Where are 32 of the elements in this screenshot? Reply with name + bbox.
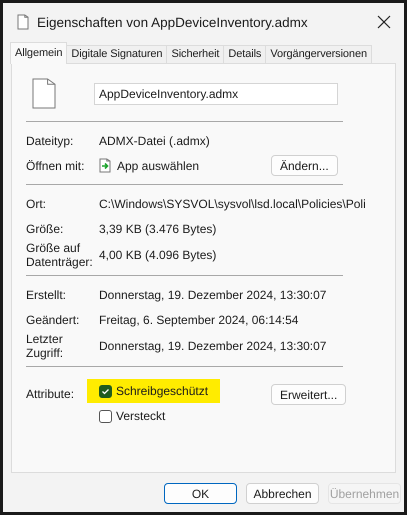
field-label: Letzter Zugriff: — [26, 332, 64, 360]
field-value: 4,00 KB (4.096 Bytes) — [99, 248, 216, 262]
field-label: Attribute: — [26, 386, 76, 401]
app-icon — [99, 158, 111, 173]
highlighted-checkbox[interactable]: Schreibgeschützt — [87, 379, 220, 403]
field-label: Öffnen mit: — [26, 158, 86, 172]
tab[interactable]: Vorgängerversionen — [265, 45, 372, 63]
checkbox[interactable]: Versteckt — [99, 406, 166, 426]
window-title: Eigenschaften von AppDeviceInventory.admx — [37, 14, 309, 30]
name-field[interactable]: AppDeviceInventory.admx — [94, 82, 338, 104]
document-icon — [32, 78, 56, 109]
field-value: ADMX-Datei (.admx) — [99, 134, 210, 148]
field-label: Dateityp: — [26, 134, 74, 148]
field-value: 3,39 KB (3.476 Bytes) — [99, 222, 216, 236]
field-value: Donnerstag, 19. Dezember 2024, 13:30:07 — [99, 288, 326, 302]
document-icon — [17, 14, 29, 30]
field-label: Erstellt: — [26, 288, 68, 302]
dialog-button[interactable]: Abbrechen — [246, 483, 319, 504]
tab[interactable]: Allgemein — [10, 42, 68, 64]
advanced-button[interactable]: Erweitert... — [271, 384, 346, 405]
field-label: Größe auf Datenträger: — [26, 241, 94, 269]
field-value: App auswählen — [117, 158, 200, 172]
change-button[interactable]: Ändern... — [271, 155, 338, 176]
field-value: C:\Windows\SYSVOL\sysvol\lsd.local\Policies\Poli — [99, 196, 366, 210]
dialog-button: Übernehmen — [328, 483, 401, 504]
field-label: Ort: — [26, 196, 47, 210]
field-label: Größe: — [26, 222, 64, 236]
field-value: Donnerstag, 19. Dezember 2024, 13:30:07 — [99, 339, 326, 353]
close-icon — [376, 14, 392, 30]
field-label: Geändert: — [26, 312, 80, 326]
dialog-button[interactable]: OK — [164, 483, 237, 504]
field-value: Freitag, 6. September 2024, 06:14:54 — [99, 312, 298, 326]
